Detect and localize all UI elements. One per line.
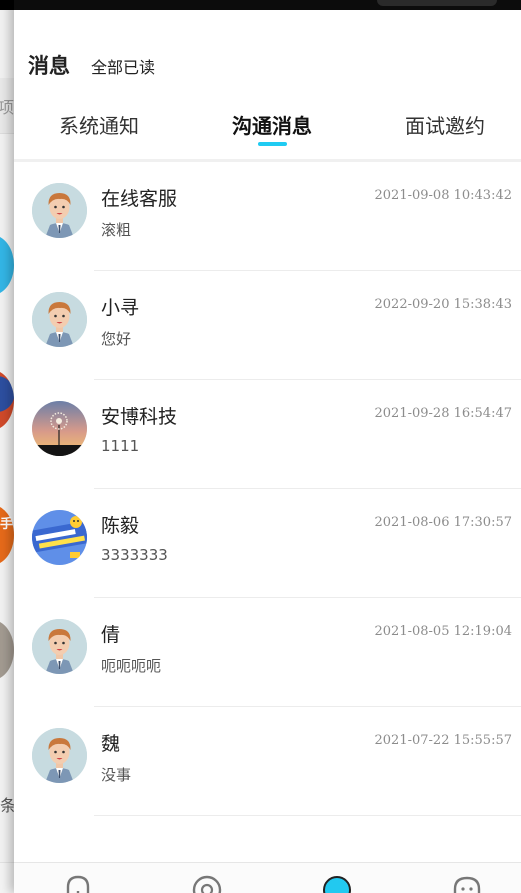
home-icon[interactable] [61, 873, 95, 893]
status-bar [14, 0, 521, 10]
contact-name: 陈毅 [101, 515, 140, 537]
cartoon-man-avatar [32, 728, 87, 783]
discover-icon[interactable] [190, 873, 224, 893]
conversation-row[interactable]: 魏 2021-07-22 15:55:57 没事 [14, 707, 521, 816]
background-search-hint: 项 [0, 98, 14, 117]
conversation-row[interactable]: 安博科技 2021-09-28 16:54:47 1111 [14, 380, 521, 489]
background-thumbnail: 手 [0, 505, 14, 565]
message-preview: 您好 [101, 330, 132, 348]
conversation-row[interactable]: 陈毅 2021-08-06 17:30:57 3333333 [14, 489, 521, 598]
message-preview: 1111 [101, 437, 140, 455]
message-timestamp: 2021-08-05 12:19:04 [374, 624, 512, 639]
message-tabs: 系统通知 沟通消息 面试邀约 [14, 100, 521, 158]
row-divider [94, 815, 521, 816]
background-thumbnail [0, 235, 14, 295]
bottom-navigation [14, 862, 521, 893]
background-thumbnail [0, 370, 14, 430]
tab-system-notifications[interactable]: 系统通知 [59, 110, 139, 139]
cartoon-man-avatar [32, 619, 87, 674]
conversation-row[interactable]: 小寻 2022-09-20 15:38:43 您好 [14, 271, 521, 380]
background-tab-bar [0, 862, 14, 893]
profile-icon[interactable] [450, 873, 484, 893]
message-timestamp: 2022-09-20 15:38:43 [374, 297, 512, 312]
message-timestamp: 2021-09-28 16:54:47 [374, 406, 512, 421]
background-badge-text: 手 [0, 517, 14, 532]
message-timestamp: 2021-07-22 15:55:57 [374, 733, 512, 748]
message-timestamp: 2021-09-08 10:43:42 [374, 188, 512, 203]
tab-interview-invitations[interactable]: 面试邀约 [405, 110, 485, 139]
conversation-list: 在线客服 2021-09-08 10:43:42 滚粗 小寻 2022-09-2… [14, 162, 521, 816]
message-preview: 没事 [101, 766, 132, 784]
game-banner-avatar [32, 510, 87, 565]
dandelion-sunset-avatar [32, 401, 87, 456]
message-preview: 滚粗 [101, 221, 132, 239]
message-timestamp: 2021-08-06 17:30:57 [374, 515, 512, 530]
active-tab-indicator [258, 142, 287, 146]
contact-name: 安博科技 [101, 406, 178, 428]
message-icon[interactable] [320, 873, 354, 893]
background-text: 条 [0, 796, 14, 815]
mark-all-read-button[interactable]: 全部已读 [91, 54, 155, 78]
background-status-bar [0, 0, 14, 10]
background-search-bar: 项 [0, 78, 14, 134]
contact-name: 倩 [101, 624, 121, 646]
contact-name: 魏 [101, 733, 121, 755]
message-preview: 3333333 [101, 546, 168, 564]
conversation-row[interactable]: 在线客服 2021-09-08 10:43:42 滚粗 [14, 162, 521, 271]
messages-panel: 消息 全部已读 系统通知 沟通消息 面试邀约 在线客服 2021-09-08 1… [14, 0, 521, 893]
message-preview: 呃呃呃呃 [101, 657, 162, 675]
tab-chat-messages[interactable]: 沟通消息 [232, 110, 312, 139]
page-title: 消息 [28, 54, 70, 78]
background-page: 项 手 条 [0, 0, 14, 893]
status-pill [377, 0, 497, 6]
cartoon-man-avatar [32, 183, 87, 238]
background-thumbnail [0, 620, 14, 680]
contact-name: 在线客服 [101, 188, 178, 210]
conversation-row[interactable]: 倩 2021-08-05 12:19:04 呃呃呃呃 [14, 598, 521, 707]
messages-header: 消息 全部已读 [14, 46, 521, 80]
contact-name: 小寻 [101, 297, 140, 319]
cartoon-man-avatar [32, 292, 87, 347]
